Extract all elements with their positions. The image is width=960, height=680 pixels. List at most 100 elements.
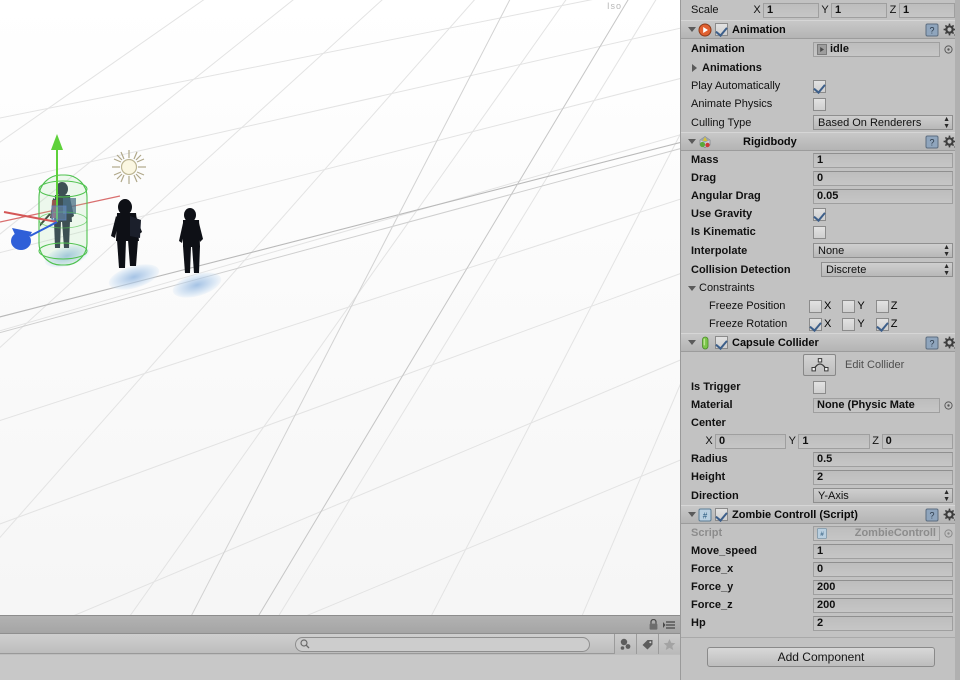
material-picker[interactable] [942, 398, 955, 413]
interpolate-row: Interpolate None ▲ ▼ [681, 241, 960, 260]
help-icon[interactable]: ? [925, 135, 939, 149]
mass-input[interactable]: 1 [813, 152, 953, 168]
center-x-axis-label: X [705, 435, 713, 447]
foldout-capsule-collider[interactable] [686, 340, 697, 345]
scale-x-input[interactable]: 1 [763, 2, 819, 18]
component-header-zombie-controll[interactable]: # Zombie Controll (Script) ? [681, 505, 960, 524]
constraints-label: Constraints [699, 282, 755, 294]
component-header-rigidbody[interactable]: Rigidbody ? [681, 132, 960, 151]
scene-view-footer [0, 615, 680, 633]
is-kinematic-row: Is Kinematic [681, 223, 960, 241]
force-x-row: Force_x 0 [681, 560, 960, 578]
freeze-position-x-checkbox[interactable] [809, 299, 822, 313]
interpolate-dropdown[interactable]: None ▲ ▼ [813, 243, 953, 258]
animations-foldout-row[interactable]: Animations [681, 59, 960, 77]
capsule-collider-enabled-checkbox[interactable] [715, 336, 728, 349]
animate-physics-checkbox[interactable] [813, 97, 826, 111]
inspector-scrollbar[interactable] [955, 0, 960, 680]
scale-y-input[interactable]: 1 [831, 2, 887, 18]
animation-clip-picker[interactable] [942, 42, 955, 57]
zombie-controll-enabled-checkbox[interactable] [715, 508, 728, 521]
height-input[interactable]: 2 [813, 469, 953, 485]
inspector-panel: Scale X 1 Y 1 Z 1 Animation ? Animation … [680, 0, 960, 680]
force-z-input[interactable]: 200 [813, 597, 953, 613]
svg-text:?: ? [929, 339, 934, 349]
foldout-rigidbody[interactable] [686, 139, 697, 144]
foldout-constraints[interactable] [686, 285, 697, 291]
scale-x-axis-label: X [753, 4, 761, 16]
zombie-character[interactable] [172, 205, 210, 277]
lock-icon[interactable] [649, 619, 658, 630]
foldout-animations[interactable] [689, 64, 700, 72]
filter-by-label-icon[interactable] [636, 634, 658, 655]
play-automatically-checkbox[interactable] [813, 79, 826, 93]
center-x-input[interactable]: 0 [715, 433, 787, 449]
center-vector-row: X 0 Y 1 Z 0 [681, 432, 960, 450]
component-header-animation[interactable]: Animation ? [681, 20, 960, 39]
force-x-input[interactable]: 0 [813, 561, 953, 577]
animation-clip-field[interactable]: idle [813, 41, 940, 57]
move-tool-gizmo[interactable] [0, 130, 120, 260]
cs-script-icon: # [697, 507, 713, 523]
mass-label: Mass [691, 154, 719, 166]
animation-clip-row: Animation idle [681, 39, 960, 59]
center-y-input[interactable]: 1 [798, 433, 870, 449]
help-icon[interactable]: ? [925, 508, 939, 522]
edit-collider-label: Edit Collider [845, 359, 905, 371]
script-field[interactable]: # ZombieControll [813, 525, 940, 541]
animate-physics-row: Animate Physics [681, 95, 960, 113]
freeze-rotation-z-checkbox[interactable] [875, 317, 889, 331]
animate-physics-label: Animate Physics [691, 98, 773, 110]
component-header-capsule-collider[interactable]: Capsule Collider ? [681, 333, 960, 352]
script-label: Script [691, 527, 723, 539]
scene-view[interactable]: Iso [0, 0, 680, 615]
edit-collider-button[interactable] [803, 354, 836, 376]
hp-input[interactable]: 2 [813, 615, 953, 631]
foldout-zombie-controll[interactable] [686, 512, 697, 517]
drag-input[interactable]: 0 [813, 170, 953, 186]
collision-detection-row: Collision Detection Discrete ▲ ▼ [681, 260, 960, 279]
hamburger-menu-icon[interactable] [663, 620, 676, 630]
constraints-foldout-row[interactable]: Constraints [681, 279, 960, 297]
culling-type-dropdown[interactable]: Based On Renderers ▲ ▼ [813, 115, 953, 130]
radius-input[interactable]: 0.5 [813, 451, 953, 467]
animation-enabled-checkbox[interactable] [715, 23, 728, 36]
force-y-label: Force_y [691, 581, 734, 593]
force-z-row: Force_z 200 [681, 596, 960, 614]
search-field-wrapper[interactable] [295, 637, 590, 652]
filter-by-type-icon[interactable] [614, 634, 636, 655]
add-component-button[interactable]: Add Component [707, 647, 935, 667]
angular-drag-input[interactable]: 0.05 [813, 188, 953, 204]
material-value: None (Physic Mate [817, 399, 915, 411]
material-field[interactable]: None (Physic Mate [813, 397, 940, 413]
collision-detection-dropdown[interactable]: Discrete ▲ ▼ [821, 262, 953, 277]
move-speed-row: Move_speed 1 [681, 542, 960, 560]
project-window-body[interactable] [0, 654, 680, 680]
help-icon[interactable]: ? [925, 336, 939, 350]
svg-text:#: # [820, 531, 824, 538]
use-gravity-checkbox[interactable] [813, 207, 826, 221]
axis-x-label: X [824, 300, 832, 312]
component-title: Zombie Controll (Script) [732, 508, 858, 521]
is-trigger-row: Is Trigger [681, 378, 960, 396]
direction-dropdown[interactable]: Y-Axis ▲ ▼ [813, 488, 953, 503]
zombie-character[interactable] [106, 196, 148, 272]
freeze-position-y-checkbox[interactable] [842, 299, 856, 313]
freeze-position-z-checkbox[interactable] [875, 299, 889, 313]
force-x-label: Force_x [691, 563, 734, 575]
freeze-rotation-x-checkbox[interactable] [809, 317, 822, 331]
foldout-animation[interactable] [686, 27, 697, 32]
is-kinematic-checkbox[interactable] [813, 225, 826, 239]
freeze-rotation-y-checkbox[interactable] [842, 317, 856, 331]
scale-z-input[interactable]: 1 [899, 2, 955, 18]
force-y-input[interactable]: 200 [813, 579, 953, 595]
filter-favorites-icon[interactable] [658, 634, 680, 655]
search-input[interactable] [295, 637, 590, 652]
help-icon[interactable]: ? [925, 23, 939, 37]
is-trigger-checkbox[interactable] [813, 380, 826, 394]
capsule-collider-icon [697, 335, 713, 351]
move-speed-input[interactable]: 1 [813, 543, 953, 559]
script-picker[interactable] [942, 526, 955, 541]
center-z-input[interactable]: 0 [881, 433, 953, 449]
svg-text:?: ? [929, 138, 934, 148]
